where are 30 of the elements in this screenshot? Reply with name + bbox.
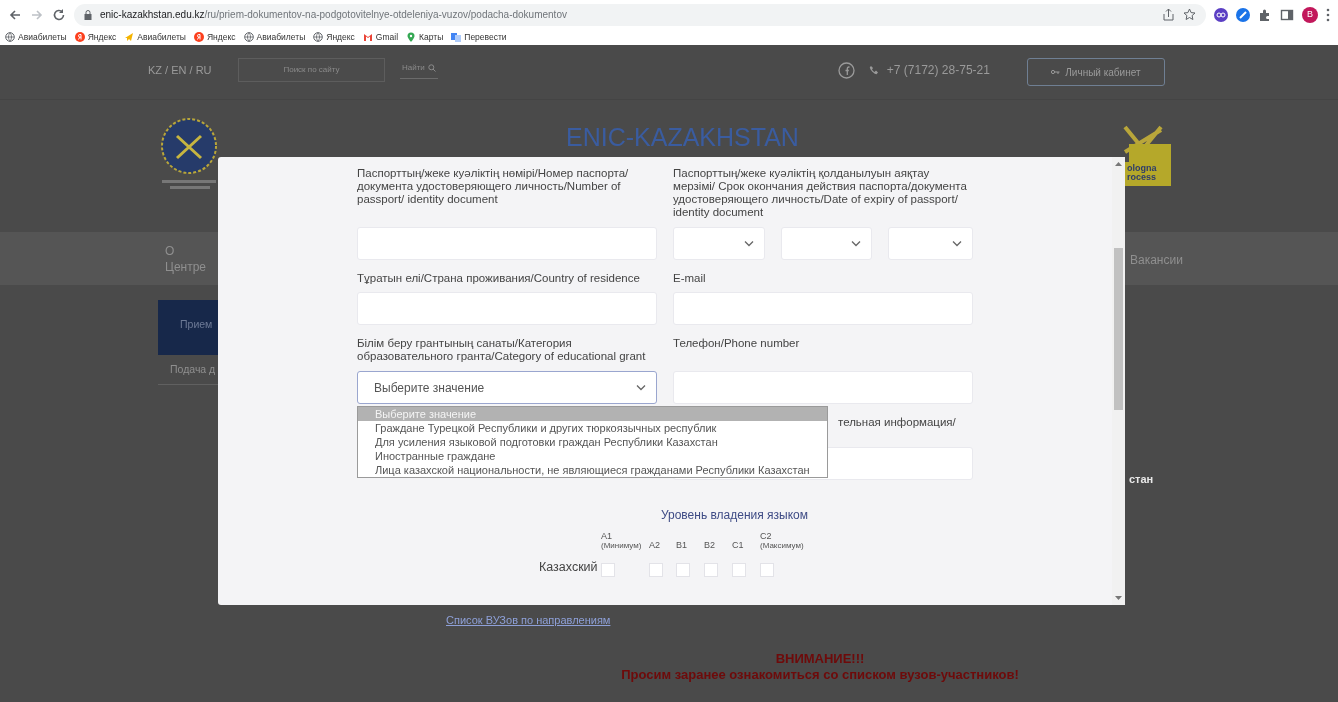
- language-name: Казахский: [539, 558, 599, 576]
- section-heading: стан: [1129, 472, 1154, 487]
- field-label: Паспорттың/жеке куәліктің нөмірі/Номер паспорта/ документа удостоверяющего личность/Number of passport/ identity document: [357, 167, 630, 206]
- bookmark-label: Яндекс: [87, 30, 117, 44]
- warning-title: ВНИМАНИЕ!!!: [774, 651, 866, 667]
- bookmark-label: Авиабилеты: [256, 30, 306, 44]
- bookmark-label: Перевести: [464, 30, 507, 44]
- bookmark-label: Яндекс: [206, 30, 236, 44]
- level-label: C2 (Максимум): [760, 532, 805, 551]
- bookmark-label: Gmail: [375, 30, 399, 44]
- level-label: B2: [704, 540, 716, 551]
- field-label: Телефон/Phone number: [673, 337, 801, 351]
- level-label: A2: [649, 540, 661, 551]
- field-label: Тұратын елі/Страна проживания/Country of residence: [357, 271, 641, 285]
- field-label: Білім беру грантының санаты/Категория образовательного гранта/Category of educational grant: [357, 337, 647, 364]
- level-label: C1: [732, 540, 745, 551]
- field-label: Паспорттың/жеке куәліктің қолданылуын аяқтау мерзімі/ Срок окончания действия паспорта/документа удостоверяющего личность/Date of expiry of passport/ identity document: [673, 167, 968, 219]
- level-label: A1 (Минимум): [601, 532, 643, 551]
- logo-text: rocess: [1127, 173, 1158, 182]
- bookmark-label: Авиабилеты: [18, 30, 67, 44]
- logo-text: ologna: [1127, 164, 1158, 173]
- field-label: E-mail: [673, 271, 707, 285]
- site-title: ENIC-KAZAKHSTAN: [566, 124, 799, 152]
- bookmark-label: Авиабилеты: [137, 30, 186, 44]
- url-text: enic-kazakhstan.edu.kz/ru/priem-dokumentov-na-podgotovitelnye-otdeleniya-vuzov/podacha-dokumentov: [100, 8, 567, 22]
- warning-text: Просим заранее ознакомиться со списком вузов-участников!: [620, 666, 1020, 683]
- bookmark-label: Яндекс: [326, 30, 355, 44]
- level-label: B1: [676, 540, 688, 551]
- bookmark-label: Карты: [419, 30, 444, 44]
- section-title: Уровень владения языком: [659, 507, 810, 524]
